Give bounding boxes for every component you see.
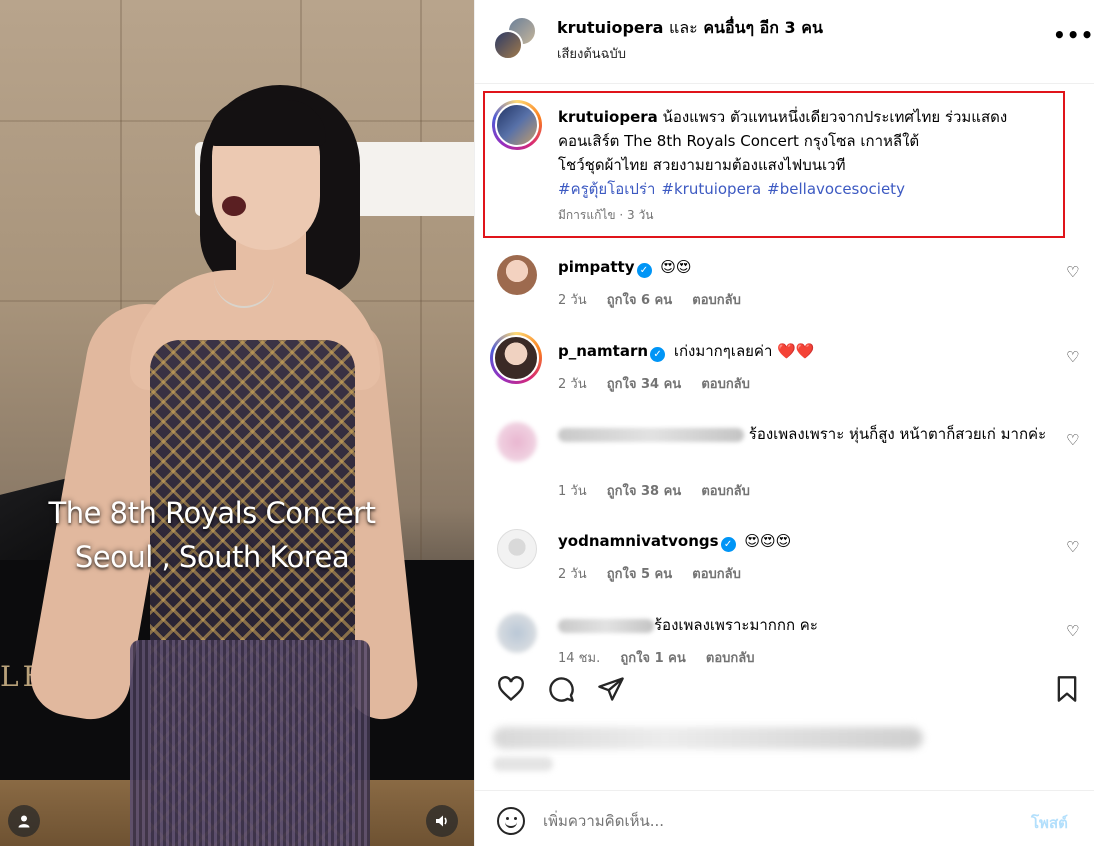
comment-avatar[interactable] xyxy=(497,255,537,295)
comment-avatar[interactable] xyxy=(497,422,537,462)
comment-username-link[interactable]: p_namtarn xyxy=(558,342,648,360)
dress-fringe xyxy=(130,640,370,846)
video-overlay-subtitle: Seoul , South Korea xyxy=(74,540,350,574)
like-comment-heart-icon[interactable]: ♡ xyxy=(1066,264,1082,280)
post-side-panel: krutuiopera และ คนอื่นๆ อีก 3 คน เสียงต้… xyxy=(474,0,1094,846)
comment-likes-link[interactable]: ถูกใจ 34 คน xyxy=(607,377,681,392)
hashtag-link[interactable]: #krutuiopera xyxy=(661,180,761,198)
comment-text: ร้องเพลงเพราะ หุ่นก็สูง หน้าตาก็สวยเก่ ม… xyxy=(748,425,1047,443)
comment-meta: 1 วัน ถูกใจ 38 คน ตอบกลับ xyxy=(558,480,766,501)
comment-username-link[interactable]: pimpatty xyxy=(558,258,635,276)
post-header: krutuiopera และ คนอื่นๆ อีก 3 คน เสียงต้… xyxy=(475,0,1094,84)
comment-text: 😍😍😍 xyxy=(744,532,792,550)
blurred-username xyxy=(558,427,744,442)
video-overlay-title: The 8th Royals Concert xyxy=(48,496,376,530)
post-authors: krutuiopera และ คนอื่นๆ อีก 3 คน xyxy=(557,16,823,41)
blurred-date-text xyxy=(493,757,553,771)
comment-meta: 2 วัน ถูกใจ 6 คน ตอบกลับ xyxy=(558,289,757,310)
comment-body: p_namtarn ✓ เก่งมากๆเลยค่า ❤️❤️ xyxy=(558,339,1048,363)
avatar xyxy=(493,335,539,381)
blurred-username xyxy=(558,618,654,633)
comment-likes-link[interactable]: ถูกใจ 5 คน xyxy=(607,567,672,582)
caption-text: krutuiopera น้องแพรว ตัวแทนหนึ่งเดียวจาก… xyxy=(558,105,1048,201)
comment-likes-link[interactable]: ถูกใจ 38 คน xyxy=(607,484,681,499)
reply-button[interactable]: ตอบกลับ xyxy=(701,484,750,499)
share-paper-plane-icon[interactable] xyxy=(597,675,625,703)
post-comment-button[interactable]: โพสต์ xyxy=(1031,811,1068,835)
comment-time: 2 วัน xyxy=(558,567,587,582)
blurred-likes-text xyxy=(493,727,923,749)
comment-text: ร้องเพลงเพราะมากกก คะ xyxy=(654,616,818,634)
emoji-mouth xyxy=(505,821,517,828)
comment-meta: 2 วัน ถูกใจ 34 คน ตอบกลับ xyxy=(558,373,766,394)
blurred-likes-section xyxy=(483,713,953,785)
caption-username-link[interactable]: krutuiopera xyxy=(558,108,658,126)
comment-body: ร้องเพลงเพราะ หุ่นก็สูง หน้าตาก็สวยเก่ ม… xyxy=(558,422,1048,446)
comment-avatar[interactable] xyxy=(497,529,537,569)
reply-button[interactable]: ตอบกลับ xyxy=(706,651,755,665)
like-comment-heart-icon[interactable]: ♡ xyxy=(1066,539,1082,555)
comment-avatar[interactable] xyxy=(497,613,537,653)
caption-avatar[interactable] xyxy=(492,100,542,150)
video-player[interactable]: amic LER The 8th Royals Concert Seoul , … xyxy=(0,0,474,846)
comment-body: yodnamnivatvongs ✓ 😍😍😍 xyxy=(558,529,1048,553)
user-icon xyxy=(18,815,30,828)
comment-meta: 2 วัน ถูกใจ 5 คน ตอบกลับ xyxy=(558,563,757,584)
caption-line: โชว์ชุดผ้าไทย สวยงามยามต้องแสงไฟบนเวที xyxy=(558,156,846,174)
author-username-link[interactable]: krutuiopera xyxy=(557,18,663,37)
more-options-icon[interactable]: ••• xyxy=(1053,25,1093,50)
singer-bangs xyxy=(208,100,326,146)
comment-text: 😍😍 xyxy=(660,258,692,276)
comment-composer: โพสต์ xyxy=(475,790,1094,846)
volume-icon xyxy=(436,815,447,827)
comment-body: ร้องเพลงเพราะมากกก คะ xyxy=(558,613,1048,637)
like-comment-heart-icon[interactable]: ♡ xyxy=(1066,623,1082,639)
comment-likes-link[interactable]: ถูกใจ 1 คน xyxy=(620,651,685,665)
avatar xyxy=(493,30,523,60)
original-audio-link[interactable]: เสียงต้นฉบับ xyxy=(557,43,626,64)
comment-meta: 14 ชม. ถูกใจ 1 คน ตอบกลับ xyxy=(558,647,770,665)
singer-mouth xyxy=(222,196,246,216)
verified-badge-icon: ✓ xyxy=(636,263,652,278)
and-text: และ xyxy=(669,18,698,37)
reply-button[interactable]: ตอบกลับ xyxy=(692,293,741,308)
comment-avatar-story-ring[interactable] xyxy=(490,332,542,384)
avatar xyxy=(495,103,539,147)
instagram-post-modal: amic LER The 8th Royals Concert Seoul , … xyxy=(0,0,1094,846)
comments-list[interactable]: krutuiopera น้องแพรว ตัวแทนหนึ่งเดียวจาก… xyxy=(475,85,1094,665)
caption-meta: มีการแก้ไข · 3 วัน xyxy=(558,208,654,222)
audio-toggle-button[interactable] xyxy=(426,805,458,837)
comment-username-link[interactable]: yodnamnivatvongs xyxy=(558,532,719,550)
others-link[interactable]: คนอื่นๆ อีก 3 คน xyxy=(703,18,823,37)
post-caption: krutuiopera น้องแพรว ตัวแทนหนึ่งเดียวจาก… xyxy=(483,91,1065,238)
reply-button[interactable]: ตอบกลับ xyxy=(692,567,741,582)
add-comment-input[interactable] xyxy=(543,807,1003,835)
verified-badge-icon: ✓ xyxy=(650,347,666,362)
caption-line: คอนเสิร์ต The 8th Royals Concert กรุงโซล… xyxy=(558,132,920,150)
reply-button[interactable]: ตอบกลับ xyxy=(701,377,750,392)
like-heart-icon[interactable] xyxy=(497,675,525,703)
like-comment-heart-icon[interactable]: ♡ xyxy=(1066,432,1082,448)
tagged-users-button[interactable] xyxy=(8,805,40,837)
comment-likes-link[interactable]: ถูกใจ 6 คน xyxy=(607,293,672,308)
like-comment-heart-icon[interactable]: ♡ xyxy=(1066,349,1082,365)
verified-badge-icon: ✓ xyxy=(720,537,736,552)
hashtag-link[interactable]: #ครูตุ้ยโอเปร่า xyxy=(558,180,655,198)
comment-time: 1 วัน xyxy=(558,484,587,499)
collab-avatars[interactable] xyxy=(493,16,539,62)
comment-time: 2 วัน xyxy=(558,293,587,308)
hashtag-link[interactable]: #bellavocesociety xyxy=(767,180,905,198)
emoji-smiley-icon[interactable] xyxy=(497,807,525,835)
caption-line: น้องแพรว ตัวแทนหนึ่งเดียวจากประเทศไทย ร่… xyxy=(662,108,1008,126)
comment-body: pimpatty ✓ 😍😍 xyxy=(558,255,1048,279)
post-actions-bar xyxy=(475,665,1094,713)
comment-text: เก่งมากๆเลยค่า ❤️❤️ xyxy=(673,342,815,360)
comment-time: 2 วัน xyxy=(558,377,587,392)
comment-time: 14 ชม. xyxy=(558,651,601,665)
save-bookmark-icon[interactable] xyxy=(1053,675,1081,703)
comment-bubble-icon[interactable] xyxy=(547,675,575,703)
